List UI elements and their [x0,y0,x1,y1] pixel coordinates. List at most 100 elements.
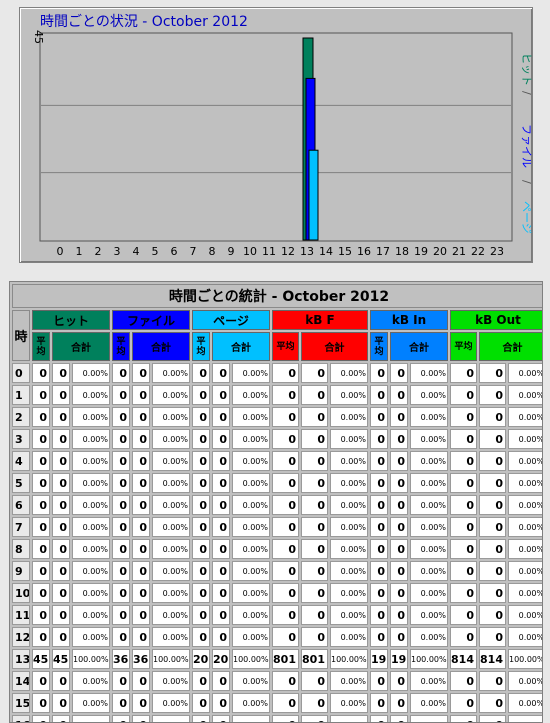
hour-cell: 15 [12,693,30,713]
value-cell: 0 [132,627,150,647]
percent-cell: 0.00% [508,473,542,493]
value-cell: 0 [192,451,210,471]
percent-cell: 0.00% [152,671,190,691]
table-row: 11 0 0 0.00% 0 0 0.00% 0 0 0.00% 0 0 0.00% 0 0 0.00% 0 0 0… [12,605,542,625]
percent-cell: 0.00% [330,473,368,493]
value-cell: 0 [32,385,50,405]
value-cell: 0 [370,385,388,405]
percent-cell: 0.00% [232,583,270,603]
percent-cell: 0.00% [152,693,190,713]
value-cell: 0 [112,671,130,691]
value-cell: 0 [112,605,130,625]
value-cell: 0 [52,583,70,603]
percent-cell: 100.00% [508,649,542,669]
percent-cell: 0.00% [410,429,448,449]
total-header-file: 合計 [132,332,190,361]
percent-cell: 100.00% [232,649,270,669]
table-row: 1 0 0 0.00% 0 0 0.00% 0 0 0.00% 0 0 0.00% 0 0 0.00% 0 0 0.… [12,385,542,405]
x-tick-label: 6 [171,245,178,258]
value-cell: 0 [132,407,150,427]
value-cell: 0 [212,451,230,471]
value-cell: 0 [52,363,70,383]
legend-hits: ヒット [520,53,532,86]
x-axis-labels: 0 1 2 3 4 5 6 7 8 9 10 11 12 13 14 15 16 17 18 19 20 21 22 23 [57,245,505,258]
percent-cell: 0.00% [152,451,190,471]
value-cell: 0 [112,429,130,449]
percent-cell: 0.00% [152,363,190,383]
percent-cell: 0.00% [330,605,368,625]
value-cell: 0 [370,693,388,713]
table-row: 13 45 45 100.00% 36 36 100.00% 20 20 100.00% 801 80… [12,649,542,669]
table-row: 9 0 0 0.00% 0 0 0.00% 0 0 0.00% 0 0 0.00% 0 0 0.00% 0 0 0.… [12,561,542,581]
value-cell: 0 [450,495,477,515]
percent-cell: 0.00% [410,693,448,713]
value-cell: 0 [212,715,230,722]
hour-cell: 16 [12,715,30,722]
percent-cell: 0.00% [232,539,270,559]
value-cell: 0 [212,517,230,537]
x-tick-label: 12 [281,245,295,258]
value-cell: 0 [52,605,70,625]
percent-cell: 0.00% [330,671,368,691]
percent-cell: 0.00% [152,583,190,603]
avg-header-file: 平均 [112,332,130,361]
percent-cell: 0.00% [232,495,270,515]
value-cell: 0 [52,385,70,405]
value-cell: 0 [370,429,388,449]
percent-cell: 0.00% [410,473,448,493]
value-cell: 0 [370,517,388,537]
hour-cell: 13 [12,649,30,669]
percent-cell: 0.00% [72,451,110,471]
x-tick-label: 18 [395,245,409,258]
value-cell: 0 [52,627,70,647]
value-cell: 0 [370,605,388,625]
table-row: 7 0 0 0.00% 0 0 0.00% 0 0 0.00% 0 0 0.00% 0 0 0.00% 0 0 0.… [12,517,542,537]
hour-cell: 4 [12,451,30,471]
value-cell: 0 [52,693,70,713]
legend: ヒット / ファイル / ページ [520,53,532,234]
value-cell: 0 [52,495,70,515]
value-cell: 0 [390,627,408,647]
value-cell: 0 [390,539,408,559]
legend-sep-1: / [520,91,532,95]
percent-cell: 0.00% [508,605,542,625]
percent-cell: 0.00% [72,429,110,449]
value-cell: 0 [479,715,506,722]
percent-cell: 0.00% [410,715,448,722]
value-cell: 0 [390,407,408,427]
value-cell: 0 [212,583,230,603]
value-cell: 0 [212,605,230,625]
value-cell: 0 [32,561,50,581]
value-cell: 0 [301,363,328,383]
value-cell: 0 [450,693,477,713]
x-tick-label: 16 [357,245,371,258]
value-cell: 0 [112,539,130,559]
value-cell: 0 [272,561,299,581]
value-cell: 0 [32,605,50,625]
table-row: 8 0 0 0.00% 0 0 0.00% 0 0 0.00% 0 0 0.00% 0 0 0.00% 0 0 0.… [12,539,542,559]
value-cell: 0 [32,671,50,691]
value-cell: 45 [32,649,50,669]
hourly-chart-panel: 時間ごとの状況 - October 2012 45 0 1 2 3 4 5 6 7 8 9 10 11… [19,7,533,263]
percent-cell: 0.00% [330,583,368,603]
percent-cell: 0.00% [232,473,270,493]
value-cell: 0 [32,693,50,713]
x-tick-label: 2 [95,245,102,258]
value-cell: 0 [52,561,70,581]
value-cell: 0 [212,693,230,713]
percent-cell: 0.00% [72,715,110,722]
hour-cell: 14 [12,671,30,691]
value-cell: 0 [132,363,150,383]
value-cell: 0 [132,539,150,559]
value-cell: 0 [132,605,150,625]
value-cell: 0 [112,627,130,647]
value-cell: 0 [479,627,506,647]
percent-cell: 0.00% [410,363,448,383]
percent-cell: 0.00% [330,715,368,722]
value-cell: 0 [212,561,230,581]
value-cell: 0 [390,517,408,537]
hour-cell: 11 [12,605,30,625]
hour-cell: 7 [12,517,30,537]
value-cell: 0 [450,671,477,691]
value-cell: 0 [370,715,388,722]
